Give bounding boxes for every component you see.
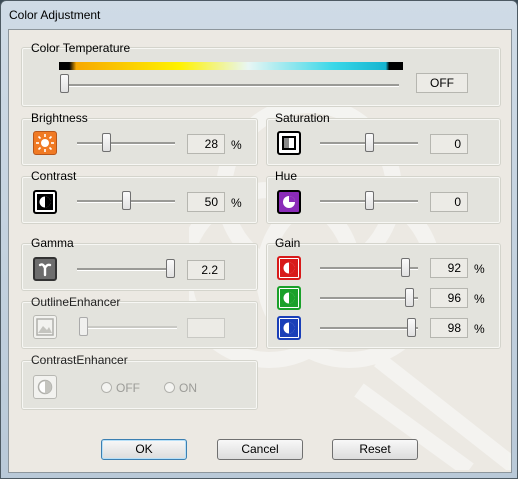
gain-green-value: 96 (430, 288, 468, 308)
hue-icon[interactable] (277, 190, 301, 214)
gain-red-unit: % (474, 262, 485, 276)
gain-blue-value: 98 (430, 318, 468, 338)
green-channel-icon[interactable] (277, 286, 301, 310)
contrast-enhancer-on-radio[interactable] (164, 382, 175, 393)
gain-label: Gain (275, 236, 301, 250)
red-channel-icon[interactable] (277, 256, 301, 280)
outline-enhancer-icon[interactable] (33, 315, 57, 339)
brightness-sun-icon[interactable] (33, 131, 57, 155)
brightness-label: Brightness (31, 111, 88, 125)
contrast-icon[interactable] (33, 190, 57, 214)
contrast-enhancer-label: ContrastEnhancer (31, 353, 128, 367)
gain-blue-unit: % (474, 322, 485, 336)
color-temperature-track (63, 84, 399, 87)
gain-green-slider-thumb[interactable] (405, 288, 414, 307)
hue-value: 0 (430, 192, 468, 212)
outline-enhancer-slider-thumb[interactable] (79, 317, 88, 336)
title-bar[interactable]: Color Adjustment (1, 1, 517, 29)
saturation-slider-thumb[interactable] (365, 133, 374, 152)
brightness-track (77, 142, 175, 145)
gain-green-track (320, 297, 418, 300)
brightness-value: 28 (187, 134, 225, 154)
contrast-enhancer-icon[interactable] (33, 375, 57, 399)
brightness-unit: % (231, 138, 242, 152)
gain-red-slider-thumb[interactable] (401, 258, 410, 277)
contrast-slider-thumb[interactable] (122, 191, 131, 210)
window-title: Color Adjustment (9, 8, 101, 22)
contrast-enhancer-off-label: OFF (116, 381, 140, 395)
cancel-button[interactable]: Cancel (217, 439, 303, 460)
contrast-enhancer-off-radio[interactable] (101, 382, 112, 393)
saturation-icon[interactable] (277, 131, 301, 155)
outline-enhancer-label: OutlineEnhancer (31, 295, 121, 309)
gamma-icon[interactable] (33, 257, 57, 281)
gamma-label: Gamma (31, 236, 74, 250)
saturation-label: Saturation (275, 111, 330, 125)
dialog-client-area: Color Temperature OFF Brightness 28 % Sa… (8, 29, 512, 473)
gain-blue-slider-thumb[interactable] (407, 318, 416, 337)
color-temperature-gradient (59, 62, 403, 70)
gain-blue-track (320, 327, 418, 330)
blue-channel-icon[interactable] (277, 316, 301, 340)
gamma-track (77, 268, 175, 271)
reset-button[interactable]: Reset (332, 439, 418, 460)
gain-red-value: 92 (430, 258, 468, 278)
outline-enhancer-value (187, 318, 225, 338)
contrast-value: 50 (187, 192, 225, 212)
hue-slider-thumb[interactable] (365, 191, 374, 210)
gamma-value: 2.2 (187, 260, 225, 280)
ok-button[interactable]: OK (101, 439, 187, 460)
contrast-enhancer-on-label: ON (179, 381, 197, 395)
color-temperature-value: OFF (416, 73, 468, 93)
color-adjustment-window: Color Adjustment Color Temperature OFF B… (0, 0, 518, 479)
saturation-value: 0 (430, 134, 468, 154)
gamma-slider-thumb[interactable] (166, 259, 175, 278)
contrast-label: Contrast (31, 169, 77, 183)
hue-label: Hue (275, 169, 298, 183)
outline-enhancer-track (81, 326, 177, 329)
contrast-unit: % (231, 196, 242, 210)
gain-green-unit: % (474, 292, 485, 306)
color-temperature-label: Color Temperature (31, 41, 131, 55)
brightness-slider-thumb[interactable] (102, 133, 111, 152)
color-temperature-slider-thumb[interactable] (60, 74, 69, 93)
